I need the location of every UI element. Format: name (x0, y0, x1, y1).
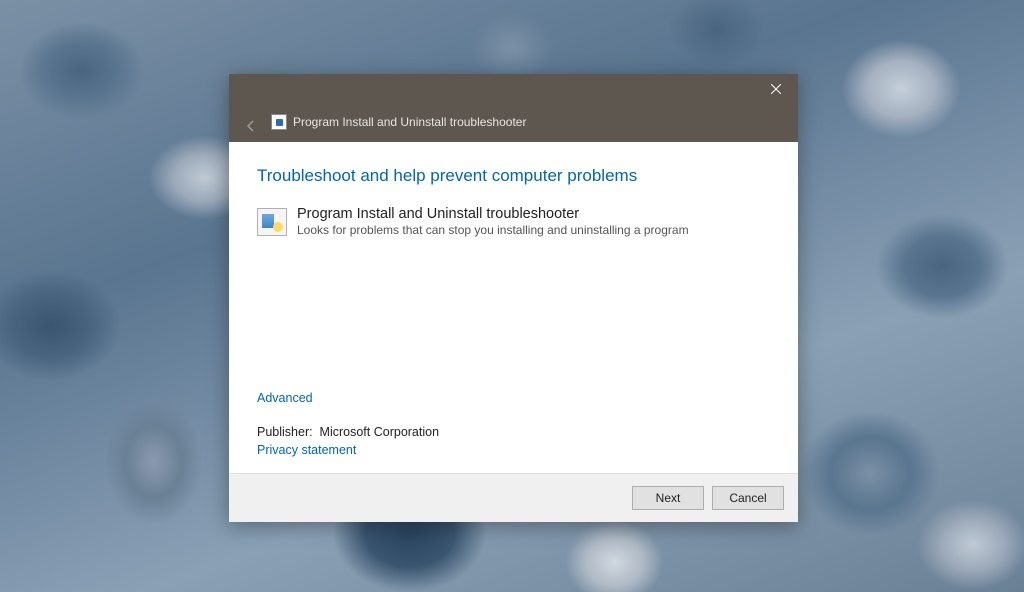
privacy-statement-link[interactable]: Privacy statement (257, 443, 356, 457)
window-title: Program Install and Uninstall troublesho… (293, 115, 526, 129)
publisher-value: Microsoft Corporation (320, 425, 440, 439)
program-description: Looks for problems that can stop you ins… (297, 223, 689, 237)
back-arrow-icon (243, 118, 259, 134)
next-button[interactable]: Next (632, 486, 704, 510)
dialog-footer: Next Cancel (229, 473, 798, 522)
program-text: Program Install and Uninstall troublesho… (297, 206, 689, 237)
dialog-content: Troubleshoot and help prevent computer p… (229, 142, 798, 473)
publisher-row: Publisher: Microsoft Corporation (257, 425, 770, 439)
content-spacer (257, 245, 770, 391)
troubleshooter-icon (271, 114, 287, 130)
cancel-button[interactable]: Cancel (712, 486, 784, 510)
troubleshooter-dialog: Program Install and Uninstall troublesho… (229, 74, 798, 522)
page-heading: Troubleshoot and help prevent computer p… (257, 166, 770, 186)
close-button[interactable] (753, 74, 798, 104)
publisher-label: Publisher: (257, 425, 313, 439)
titlebar: Program Install and Uninstall troublesho… (229, 74, 798, 142)
program-title: Program Install and Uninstall troublesho… (297, 206, 689, 222)
back-button (243, 118, 259, 134)
close-icon (771, 84, 781, 94)
program-icon (257, 208, 287, 236)
advanced-link[interactable]: Advanced (257, 391, 313, 405)
program-entry: Program Install and Uninstall troublesho… (257, 206, 770, 237)
title-row: Program Install and Uninstall troublesho… (271, 114, 526, 130)
